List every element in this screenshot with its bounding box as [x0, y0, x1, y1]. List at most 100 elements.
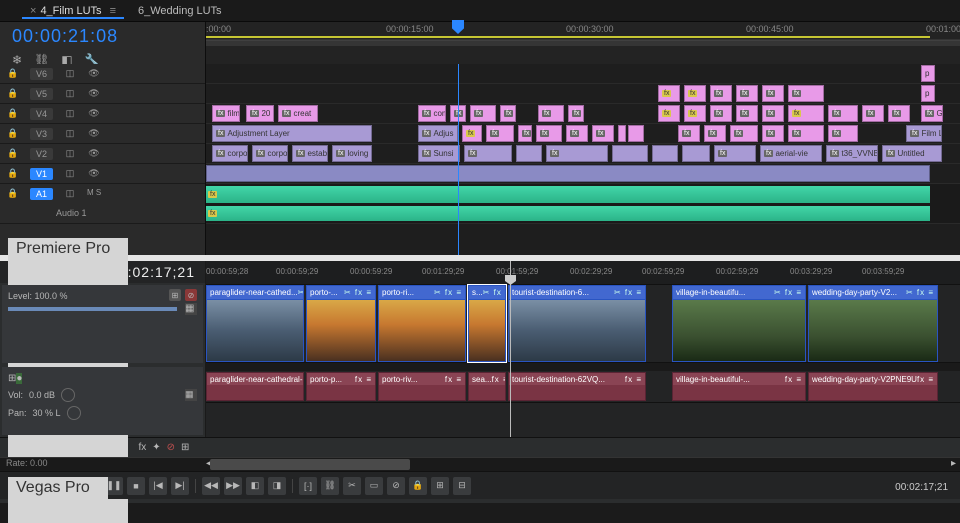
clip-tools[interactable]: fx ≡	[492, 375, 505, 384]
visibility-icon[interactable]: 👁	[87, 108, 101, 119]
clip[interactable]	[862, 105, 884, 122]
prev-button[interactable]: ◀◀	[202, 477, 220, 495]
lock-icon[interactable]: 🔒	[6, 128, 20, 139]
clip[interactable]	[714, 145, 756, 162]
sync-icon[interactable]: ◫	[63, 188, 77, 199]
clip[interactable]	[736, 105, 758, 122]
clip-tools[interactable]: ✂ fx ≡	[614, 288, 642, 297]
clip[interactable]: creat	[278, 105, 318, 122]
clip[interactable]	[652, 145, 678, 162]
clip-tools[interactable]: ✂ fx ≡	[483, 288, 505, 297]
clip[interactable]: Untitled	[882, 145, 942, 162]
lock-icon[interactable]: 🔒	[6, 188, 20, 199]
jump-start-button[interactable]: |◀	[149, 477, 167, 495]
clip[interactable]	[470, 105, 496, 122]
track-header-v4[interactable]: 🔒 V4 ◫ 👁	[0, 104, 205, 124]
clip[interactable]	[710, 105, 732, 122]
audio-clip[interactable]: porto-riv...fx ≡	[378, 372, 466, 401]
clip[interactable]: corpo	[212, 145, 248, 162]
pan-knob[interactable]	[67, 406, 81, 420]
stop-button[interactable]: ■	[127, 477, 145, 495]
clip[interactable]	[486, 125, 514, 142]
clip-tools[interactable]: fx ≡	[445, 375, 462, 384]
clip[interactable]: t36_VVNBbWF	[826, 145, 878, 162]
clip[interactable]	[462, 125, 482, 142]
clip[interactable]: aerial-vie	[760, 145, 822, 162]
clip[interactable]	[762, 125, 784, 142]
lock-icon[interactable]: 🔒	[6, 108, 20, 119]
clip[interactable]: Adjustment Layer	[212, 125, 372, 142]
cut-button[interactable]: ✂	[343, 477, 361, 495]
clip[interactable]: Film L	[906, 125, 942, 142]
clip[interactable]: Adjus	[418, 125, 458, 142]
scrollbar-thumb[interactable]	[210, 459, 410, 470]
clip[interactable]	[762, 85, 784, 102]
track-header-a1[interactable]: 🔒 A1 ◫ M SAudio 1	[0, 184, 205, 224]
clip-tools[interactable]: ✂ fx ≡	[434, 288, 462, 297]
clip[interactable]: p	[921, 65, 935, 82]
snap1-button[interactable]: ⊞	[431, 477, 449, 495]
clip-button[interactable]: ▭	[365, 477, 383, 495]
clip[interactable]: Grap	[921, 105, 943, 122]
clip[interactable]	[566, 125, 588, 142]
motion-icon[interactable]: ✦	[152, 442, 160, 453]
clip[interactable]	[682, 145, 710, 162]
timeline-row[interactable]	[206, 184, 960, 224]
video-clip[interactable]: wedding-day-party-V2...✂ fx ≡	[808, 285, 938, 362]
visibility-icon[interactable]: 👁	[87, 128, 101, 139]
clip[interactable]	[546, 145, 608, 162]
track-label[interactable]: V5	[30, 88, 53, 100]
clip[interactable]: Sunsi	[418, 145, 460, 162]
track-label[interactable]: A1	[30, 188, 53, 200]
marker-l-button[interactable]: ◧	[246, 477, 264, 495]
scroll-right-icon[interactable]: ▸	[951, 458, 956, 469]
audio-track-header[interactable]: ⊞● Vol:0.0 dB▦ Pan:30 % L	[2, 367, 203, 435]
track-sync-icon[interactable]: ⊞	[169, 289, 181, 301]
audio-clip[interactable]: tourist-destination-62VQ...fx ≡	[508, 372, 646, 401]
sync-icon[interactable]: ◫	[63, 88, 77, 99]
timeline-area[interactable]: ppfilm L20 phcreatcompGrapAdjustment Lay…	[206, 64, 960, 255]
vegas-playhead[interactable]	[510, 261, 511, 437]
video-clip[interactable]: porto-ri...✂ fx ≡	[378, 285, 466, 362]
clip[interactable]	[678, 125, 700, 142]
video-clip[interactable]: s...✂ fx ≡	[468, 285, 506, 362]
track-header-v2[interactable]: 🔒 V2 ◫ 👁	[0, 144, 205, 164]
clip-tools[interactable]: fx ≡	[625, 375, 642, 384]
track-fx-icon[interactable]: ●	[16, 373, 22, 384]
clip[interactable]	[536, 125, 562, 142]
unlink-button[interactable]: ⊘	[387, 477, 405, 495]
clip-tools[interactable]: fx ≡	[785, 375, 802, 384]
clip[interactable]: 20 ph	[246, 105, 274, 122]
clip[interactable]	[538, 105, 564, 122]
track-header-v5[interactable]: 🔒 V5 ◫ 👁	[0, 84, 205, 104]
timeline-row[interactable]: Adjustment Layer Adjus Film L	[206, 124, 960, 144]
mute-solo[interactable]: M S	[87, 188, 101, 197]
track-header-v6[interactable]: 🔒 V6 ◫ 👁	[0, 64, 205, 84]
link-button[interactable]: ⛓	[321, 477, 339, 495]
clip[interactable]	[206, 165, 930, 182]
bypass-icon[interactable]: ⊘	[167, 442, 175, 453]
clip[interactable]	[464, 145, 512, 162]
playhead-timecode[interactable]: 00:00:21:08	[12, 26, 205, 47]
clip[interactable]: corpo	[252, 145, 288, 162]
clip-tools[interactable]: ✂ fx ≡	[906, 288, 934, 297]
track-label[interactable]: V4	[30, 108, 53, 120]
clip[interactable]	[788, 125, 824, 142]
vegas-timeline-area[interactable]: 00:00:59;2800:00:59;2900:00:59:2900:01:2…	[206, 261, 960, 437]
timeline-row[interactable]: p	[206, 84, 960, 104]
timeline-row[interactable]: film L20 phcreatcompGrap	[206, 104, 960, 124]
clip[interactable]	[684, 105, 706, 122]
clip[interactable]: comp	[418, 105, 446, 122]
track-fx-disabled-icon[interactable]: ⊘	[185, 289, 197, 301]
clip[interactable]	[762, 105, 784, 122]
clip[interactable]	[628, 125, 644, 142]
clip[interactable]	[612, 145, 648, 162]
sync-icon[interactable]: ◫	[63, 128, 77, 139]
clip-tools[interactable]: ✂ fx ≡	[774, 288, 802, 297]
lock-icon[interactable]: 🔒	[6, 148, 20, 159]
track-label[interactable]: V1	[30, 168, 53, 180]
work-area-bar[interactable]	[206, 36, 930, 38]
slider-handle-icon[interactable]: ▦	[185, 389, 197, 401]
clip[interactable]	[658, 85, 680, 102]
visibility-icon[interactable]: 👁	[87, 148, 101, 159]
